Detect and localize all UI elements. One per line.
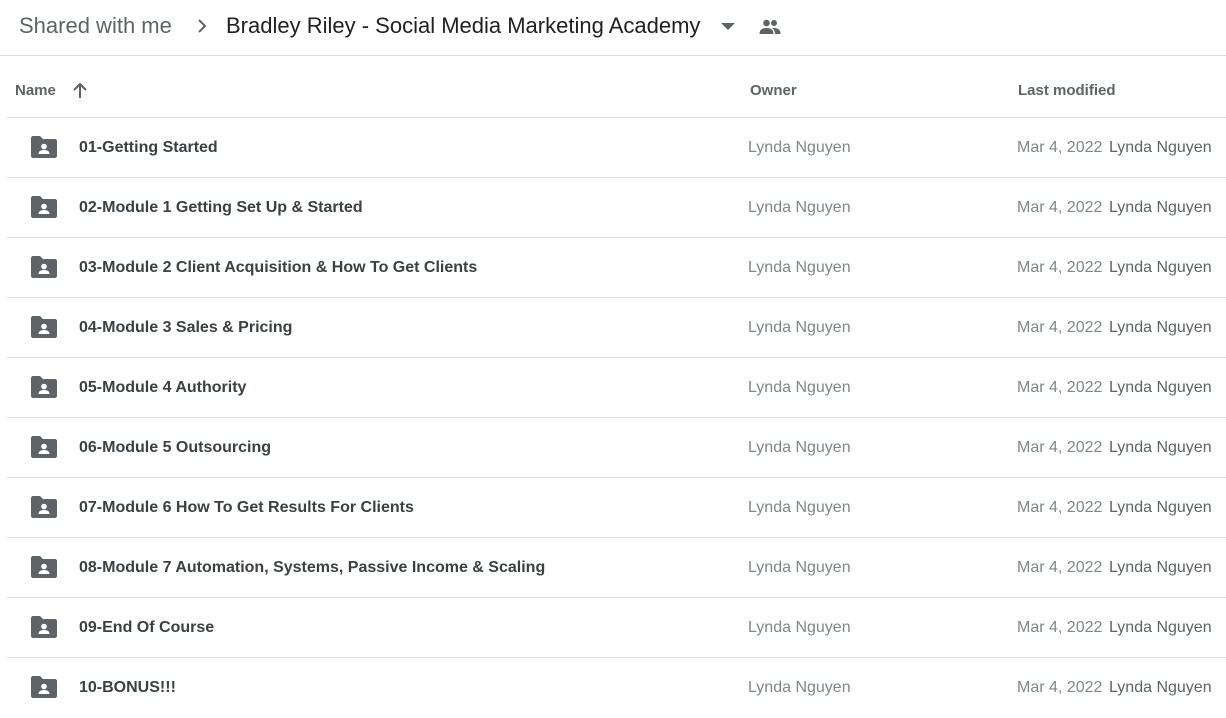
column-header-name[interactable]: Name bbox=[15, 82, 56, 100]
arrow-upward-icon[interactable] bbox=[71, 81, 89, 101]
file-owner: Lynda Nguyen bbox=[748, 619, 851, 636]
file-owner: Lynda Nguyen bbox=[748, 499, 851, 516]
arrow-drop-down-icon[interactable] bbox=[720, 21, 736, 31]
file-modified-by: Lynda Nguyen bbox=[1109, 559, 1212, 576]
file-modified-by: Lynda Nguyen bbox=[1109, 439, 1212, 456]
file-modified-by: Lynda Nguyen bbox=[1109, 679, 1212, 696]
shared-folder-icon bbox=[31, 436, 57, 458]
table-row[interactable]: 05-Module 4 Authority Lynda Nguyen Mar 4… bbox=[7, 358, 1226, 418]
shared-folder-icon bbox=[31, 496, 57, 518]
file-name: 05-Module 4 Authority bbox=[79, 379, 247, 396]
file-modified-date: Mar 4, 2022 bbox=[1017, 619, 1103, 636]
shared-folder-icon bbox=[31, 676, 57, 698]
shared-folder-icon bbox=[31, 196, 57, 218]
file-name: 10-BONUS!!! bbox=[79, 679, 176, 696]
file-modified-date: Mar 4, 2022 bbox=[1017, 499, 1103, 516]
file-name: 01-Getting Started bbox=[79, 139, 218, 156]
file-list-header: Name Owner Last modified bbox=[7, 56, 1226, 118]
file-list: 01-Getting Started Lynda Nguyen Mar 4, 2… bbox=[7, 118, 1226, 718]
file-owner: Lynda Nguyen bbox=[748, 559, 851, 576]
file-modified-by: Lynda Nguyen bbox=[1109, 379, 1212, 396]
shared-folder-icon bbox=[31, 556, 57, 578]
file-name: 06-Module 5 Outsourcing bbox=[79, 439, 272, 456]
column-header-owner: Owner bbox=[750, 82, 797, 99]
file-owner: Lynda Nguyen bbox=[748, 679, 851, 696]
file-modified-by: Lynda Nguyen bbox=[1109, 139, 1212, 156]
file-modified-date: Mar 4, 2022 bbox=[1017, 199, 1103, 216]
table-row[interactable]: 04-Module 3 Sales & Pricing Lynda Nguyen… bbox=[7, 298, 1226, 358]
file-modified-date: Mar 4, 2022 bbox=[1017, 559, 1103, 576]
table-row[interactable]: 10-BONUS!!! Lynda Nguyen Mar 4, 2022 Lyn… bbox=[7, 658, 1226, 718]
file-modified-date: Mar 4, 2022 bbox=[1017, 679, 1103, 696]
shared-folder-icon bbox=[31, 376, 57, 398]
shared-folder-icon bbox=[31, 136, 57, 158]
column-header-last-modified[interactable]: Last modified bbox=[1018, 82, 1116, 100]
file-name: 02-Module 1 Getting Set Up & Started bbox=[79, 199, 363, 216]
breadcrumb-shared-with-me[interactable]: Shared with me bbox=[19, 12, 172, 40]
file-modified-date: Mar 4, 2022 bbox=[1017, 259, 1103, 276]
file-modified-date: Mar 4, 2022 bbox=[1017, 379, 1103, 396]
people-icon bbox=[759, 19, 781, 34]
file-modified-by: Lynda Nguyen bbox=[1109, 259, 1212, 276]
file-modified-by: Lynda Nguyen bbox=[1109, 619, 1212, 636]
file-owner: Lynda Nguyen bbox=[748, 199, 851, 216]
file-name: 08-Module 7 Automation, Systems, Passive… bbox=[79, 559, 546, 576]
file-modified-by: Lynda Nguyen bbox=[1109, 199, 1212, 216]
file-modified-date: Mar 4, 2022 bbox=[1017, 139, 1103, 156]
breadcrumb: Shared with me Bradley Riley - Social Me… bbox=[0, 0, 1226, 56]
table-row[interactable]: 02-Module 1 Getting Set Up & Started Lyn… bbox=[7, 178, 1226, 238]
file-owner: Lynda Nguyen bbox=[748, 439, 851, 456]
table-row[interactable]: 03-Module 2 Client Acquisition & How To … bbox=[7, 238, 1226, 298]
file-name: 07-Module 6 How To Get Results For Clien… bbox=[79, 499, 414, 516]
file-modified-by: Lynda Nguyen bbox=[1109, 499, 1212, 516]
file-owner: Lynda Nguyen bbox=[748, 379, 851, 396]
file-owner: Lynda Nguyen bbox=[748, 139, 851, 156]
file-name: 03-Module 2 Client Acquisition & How To … bbox=[79, 259, 478, 276]
table-row[interactable]: 09-End Of Course Lynda Nguyen Mar 4, 202… bbox=[7, 598, 1226, 658]
table-row[interactable]: 07-Module 6 How To Get Results For Clien… bbox=[7, 478, 1226, 538]
file-owner: Lynda Nguyen bbox=[748, 319, 851, 336]
shared-folder-icon bbox=[31, 616, 57, 638]
file-owner: Lynda Nguyen bbox=[748, 259, 851, 276]
table-row[interactable]: 08-Module 7 Automation, Systems, Passive… bbox=[7, 538, 1226, 598]
table-row[interactable]: 01-Getting Started Lynda Nguyen Mar 4, 2… bbox=[7, 118, 1226, 178]
file-name: 04-Module 3 Sales & Pricing bbox=[79, 319, 293, 336]
shared-folder-icon bbox=[31, 256, 57, 278]
file-modified-date: Mar 4, 2022 bbox=[1017, 439, 1103, 456]
table-row[interactable]: 06-Module 5 Outsourcing Lynda Nguyen Mar… bbox=[7, 418, 1226, 478]
shared-folder-icon bbox=[31, 316, 57, 338]
file-modified-date: Mar 4, 2022 bbox=[1017, 319, 1103, 336]
file-name: 09-End Of Course bbox=[79, 619, 215, 636]
breadcrumb-current-folder[interactable]: Bradley Riley - Social Media Marketing A… bbox=[226, 12, 700, 40]
file-modified-by: Lynda Nguyen bbox=[1109, 319, 1212, 336]
chevron-right-icon bbox=[198, 19, 207, 33]
